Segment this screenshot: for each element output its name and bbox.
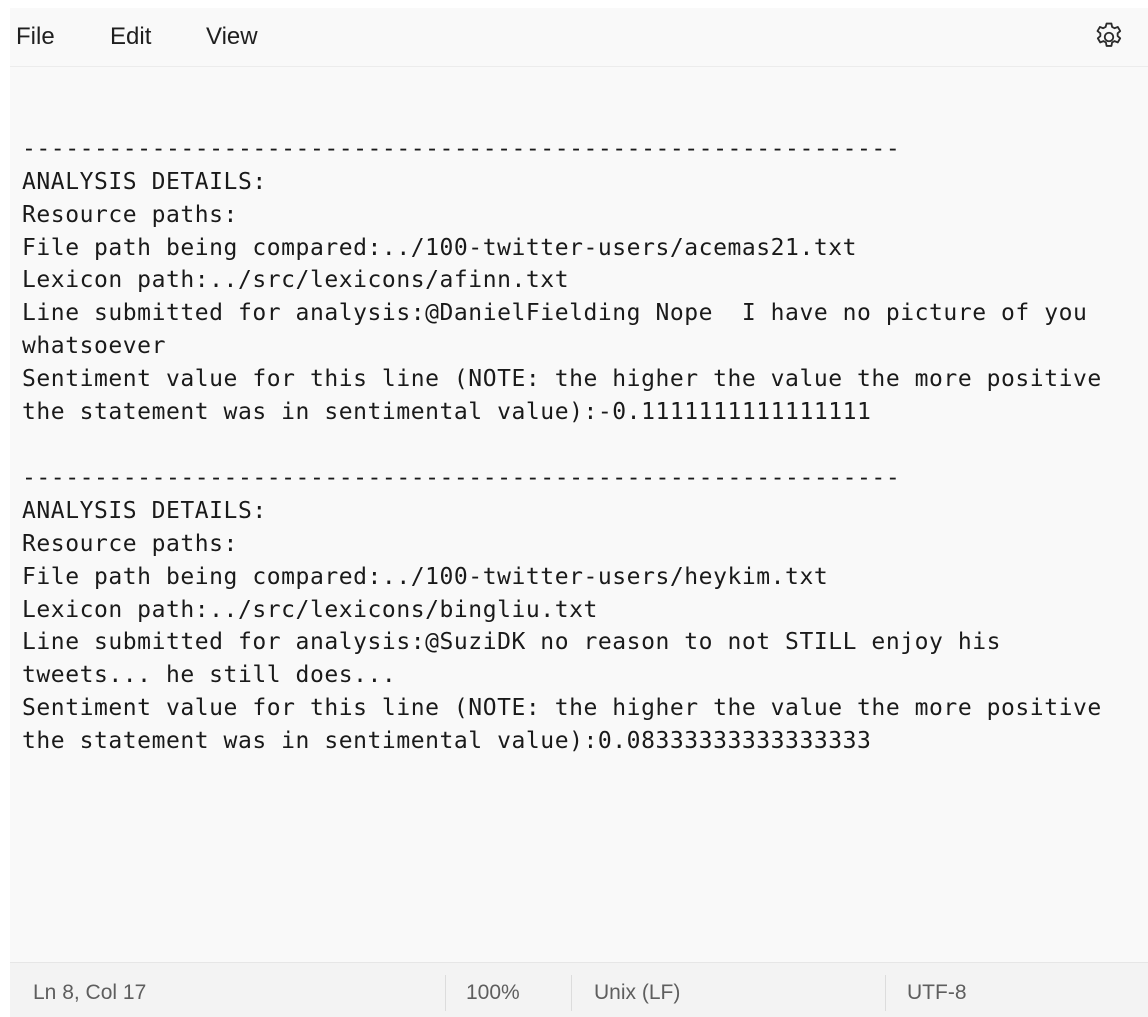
menu-bar: File Edit View [10,8,1148,67]
editor-content[interactable]: ----------------------------------------… [22,67,1102,758]
editor-line[interactable]: Sentiment value for this line (NOTE: the… [22,366,1102,392]
editor-line[interactable]: the statement was in sentimental value):… [22,728,871,754]
editor-line[interactable]: Lexicon path:../src/lexicons/bingliu.txt [22,597,598,623]
editor-line[interactable]: ----------------------------------------… [22,465,900,491]
text-editor[interactable]: ----------------------------------------… [10,67,1148,962]
cursor-position: Ln 8, Col 17 [33,981,147,1004]
editor-line[interactable]: Resource paths: [22,202,238,228]
editor-line[interactable]: Lexicon path:../src/lexicons/afinn.txt [22,267,569,293]
status-bar: Ln 8, Col 17 100% Unix (LF) UTF-8 [10,962,1148,1017]
status-divider [885,975,886,1011]
status-divider [445,975,446,1011]
status-divider [571,975,572,1011]
editor-line[interactable]: tweets... he still does... [22,662,396,688]
editor-line[interactable]: ----------------------------------------… [22,136,900,162]
editor-line[interactable]: ANALYSIS DETAILS: [22,169,267,195]
gear-icon[interactable] [1092,20,1126,54]
view-menu[interactable]: View [206,20,258,54]
editor-line[interactable]: Sentiment value for this line (NOTE: the… [22,695,1102,721]
line-ending: Unix (LF) [594,981,681,1004]
editor-line[interactable]: Line submitted for analysis:@SuziDK no r… [22,629,1001,655]
editor-line[interactable]: Resource paths: [22,531,238,557]
notepad-window: File Edit View -------------------------… [10,8,1148,1017]
editor-line[interactable]: the statement was in sentimental value):… [22,399,871,425]
encoding: UTF-8 [907,981,967,1004]
file-menu[interactable]: File [16,20,55,54]
editor-line[interactable]: File path being compared:../100-twitter-… [22,564,828,590]
editor-line[interactable]: ANALYSIS DETAILS: [22,498,267,524]
editor-line[interactable]: whatsoever [22,333,166,359]
edit-menu[interactable]: Edit [110,20,151,54]
editor-line[interactable]: File path being compared:../100-twitter-… [22,235,857,261]
editor-line[interactable]: Line submitted for analysis:@DanielField… [22,300,1087,326]
zoom-level: 100% [466,981,520,1004]
